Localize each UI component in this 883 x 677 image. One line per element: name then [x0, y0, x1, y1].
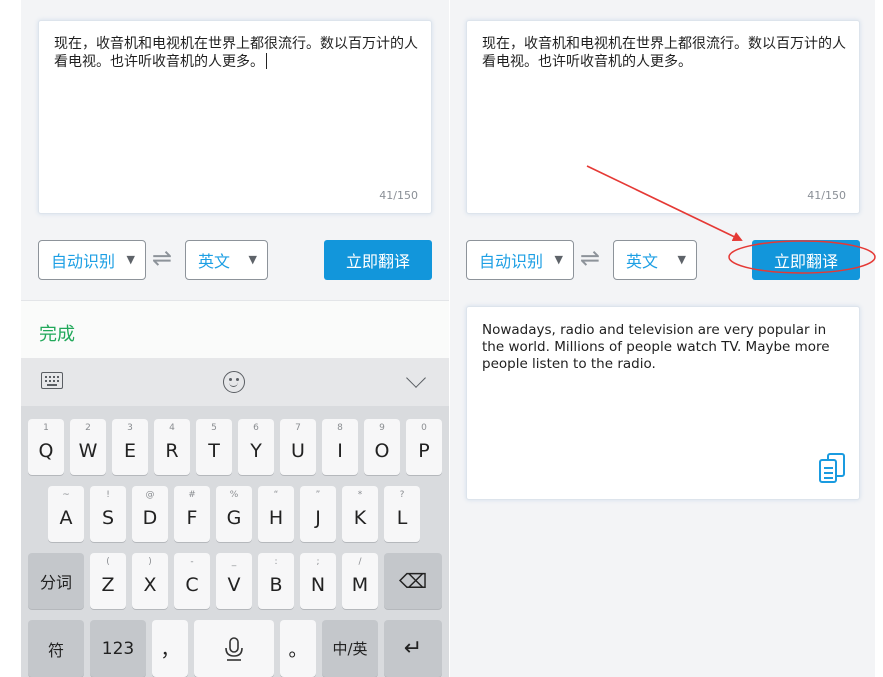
enter-key[interactable]: ↵ [384, 620, 442, 677]
key-f[interactable]: # F [174, 486, 210, 542]
period-key[interactable]: 。 [280, 620, 316, 677]
key-q[interactable]: 1Q [28, 419, 64, 475]
key-h[interactable]: “H [258, 486, 294, 542]
key-j[interactable]: ” J [300, 486, 336, 542]
key-u[interactable]: 7U [280, 419, 316, 475]
key-v[interactable]: _ V [216, 553, 252, 609]
text-cursor [266, 53, 267, 69]
key-w[interactable]: 2W [70, 419, 106, 475]
ime-done-bar: 完成 [21, 300, 449, 358]
right-panel: 现在，收音机和电视机在世界上都很流行。数以百万计的人看电视。也许听收音机的人更多… [450, 0, 875, 677]
left-panel: 现在，收音机和电视机在世界上都很流行。数以百万计的人看电视。也许听收音机的人更多… [21, 0, 449, 677]
swap-languages-icon[interactable]: ⇌ [580, 244, 600, 272]
key-c[interactable]: -C [174, 553, 210, 609]
translate-button[interactable]: 立即翻译 [324, 240, 432, 280]
char-counter: 41/150 [807, 189, 846, 202]
fenci-key[interactable]: 分词 [28, 553, 84, 609]
backspace-key[interactable]: ⌫ [384, 553, 442, 609]
key-b[interactable]: :B [258, 553, 294, 609]
ime-toolbar [21, 358, 449, 406]
key-y[interactable]: 6Y [238, 419, 274, 475]
key-o[interactable]: 9O [364, 419, 400, 475]
dropdown-arrow-icon: ▼ [248, 253, 257, 266]
keyboard-icon[interactable] [41, 372, 63, 389]
key-x[interactable]: ) X [132, 553, 168, 609]
source-language-select[interactable]: 自动识别 ▼ [466, 240, 574, 280]
key-m[interactable]: / M [342, 553, 378, 609]
key-i[interactable]: 8I [322, 419, 358, 475]
translation-text: Nowadays, radio and television are very … [482, 322, 830, 372]
translate-button[interactable]: 立即翻译 [752, 240, 860, 280]
backspace-icon: ⌫ [398, 569, 428, 593]
key-t[interactable]: 5T [196, 419, 232, 475]
key-k[interactable]: * K [342, 486, 378, 542]
target-language-select[interactable]: 英文 ▼ [613, 240, 697, 280]
done-button[interactable]: 完成 [39, 320, 75, 346]
source-language-label: 自动识别 [479, 252, 544, 271]
key-a[interactable]: ~ A [48, 486, 84, 542]
source-text: 现在，收音机和电视机在世界上都很流行。数以百万计的人看电视。也许听收音机的人更多… [54, 36, 418, 70]
dropdown-arrow-icon: ▼ [554, 253, 563, 266]
comma-key[interactable]: ， [152, 620, 188, 677]
microphone-icon [225, 636, 243, 661]
dropdown-arrow-icon: ▼ [677, 253, 686, 266]
key-p[interactable]: 0P [406, 419, 442, 475]
translation-output-area: Nowadays, radio and television are very … [466, 306, 860, 500]
source-text-area[interactable]: 现在，收音机和电视机在世界上都很流行。数以百万计的人看电视。也许听收音机的人更多… [466, 20, 860, 214]
target-language-select[interactable]: 英文 ▼ [185, 240, 268, 280]
emoji-icon[interactable] [223, 371, 245, 393]
key-g[interactable]: % G [216, 486, 252, 542]
key-r[interactable]: 4R [154, 419, 190, 475]
key-d[interactable]: @ D [132, 486, 168, 542]
key-z[interactable]: (Z [90, 553, 126, 609]
symbol-key[interactable]: 符 [28, 620, 84, 677]
key-n[interactable]: ; N [300, 553, 336, 609]
source-language-label: 自动识别 [51, 252, 116, 271]
char-counter: 41/150 [379, 189, 418, 202]
source-text-area[interactable]: 现在，收音机和电视机在世界上都很流行。数以百万计的人看电视。也许听收音机的人更多… [38, 20, 432, 214]
voice-key[interactable] [194, 620, 274, 677]
enter-icon: ↵ [403, 636, 423, 661]
soft-keyboard: 1Q 2W 3E 4R 5T 6Y 7U 8I 9O 0P ~ A ! S @ D #… [21, 406, 449, 677]
source-text: 现在，收音机和电视机在世界上都很流行。数以百万计的人看电视。也许听收音机的人更多… [482, 36, 846, 70]
swap-languages-icon[interactable]: ⇌ [152, 244, 172, 272]
lang-switch-key[interactable]: 中/英 [322, 620, 378, 677]
key-s[interactable]: ! S [90, 486, 126, 542]
numeric-key[interactable]: 123 [90, 620, 146, 677]
target-language-label: 英文 [626, 252, 659, 271]
key-l[interactable]: ? L [384, 486, 420, 542]
copy-icon[interactable] [819, 453, 845, 483]
target-language-label: 英文 [198, 252, 231, 271]
dropdown-arrow-icon: ▼ [126, 253, 135, 266]
key-e[interactable]: 3E [112, 419, 148, 475]
chevron-down-icon[interactable] [406, 368, 426, 388]
source-language-select[interactable]: 自动识别 ▼ [38, 240, 146, 280]
